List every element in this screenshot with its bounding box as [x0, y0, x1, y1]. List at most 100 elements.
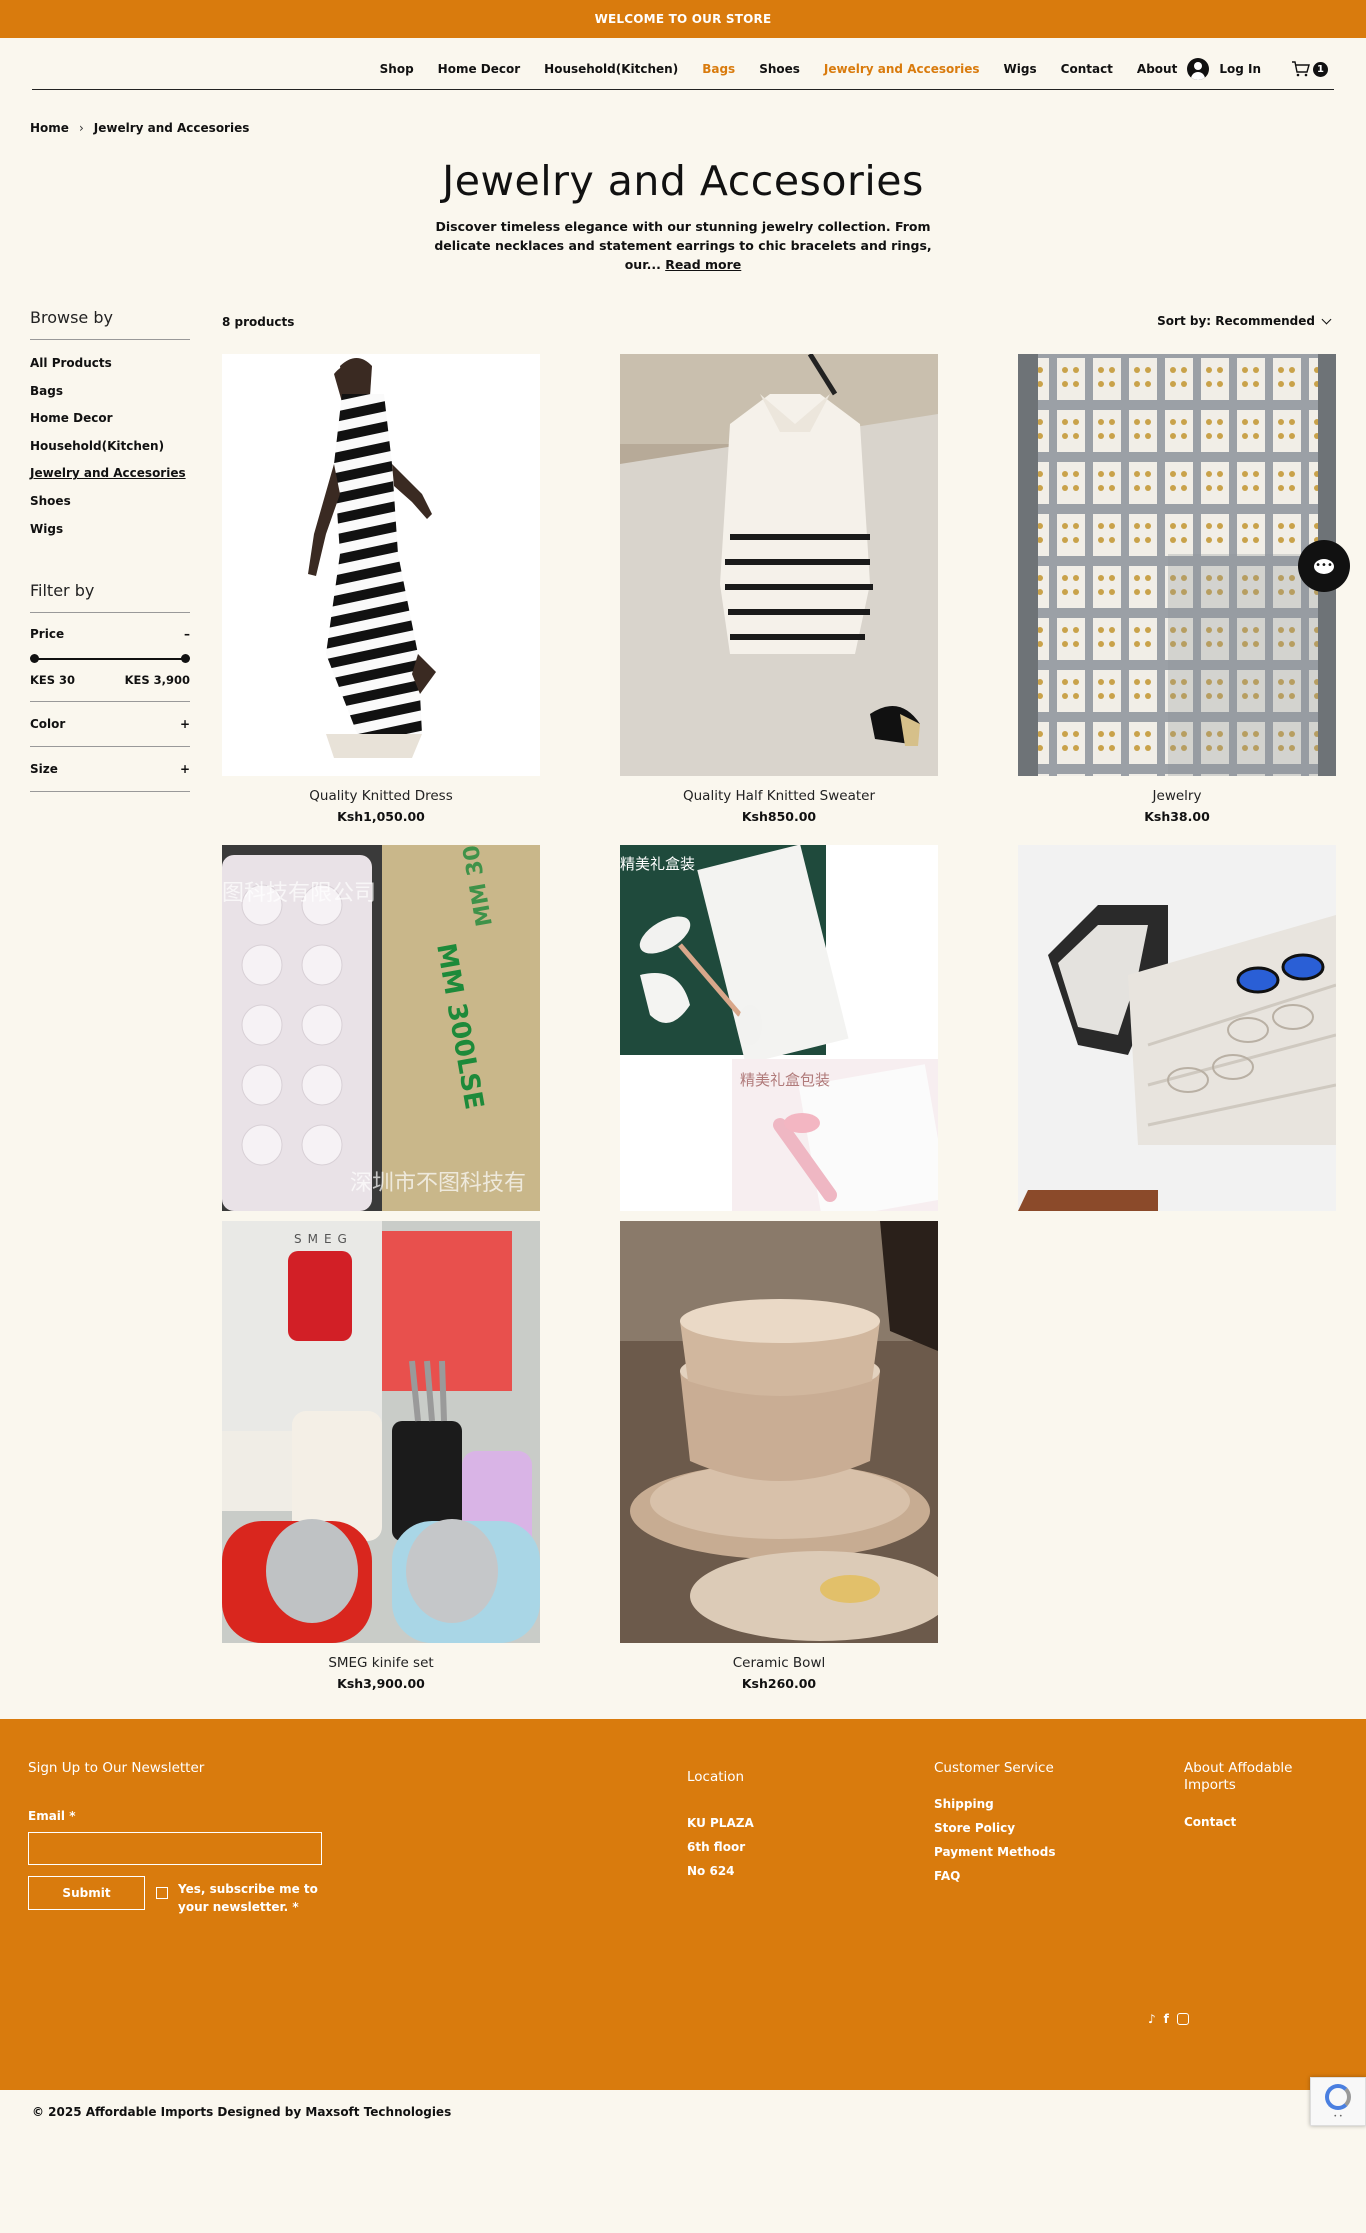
sort-dropdown[interactable]: Sort by: Recommended [1157, 314, 1332, 328]
product-card[interactable]: SMEG SMEG kinife set Ksh3,900.00 [222, 1221, 540, 1691]
chevron-right-icon: › [78, 121, 84, 135]
browse-by-heading: Browse by [30, 308, 190, 340]
footer: Sign Up to Our Newsletter Email * Submit… [0, 1719, 1366, 2090]
copyright: © 2025 Affordable Imports Designed by Ma… [32, 2105, 452, 2119]
product-card[interactable]: 精美礼盒装 精美礼盒包装 [620, 845, 938, 1223]
store-policy-link[interactable]: Store Policy [934, 1821, 1015, 1835]
product-count: 8 products [222, 315, 295, 329]
price-filter: Price – KES 30 KES 3,900 [30, 613, 190, 703]
product-image[interactable]: MM 300LSE MM 300LSE 图科技有限公司 深圳市不图科技有 [222, 845, 540, 1211]
product-card[interactable]: Jewelry Ksh38.00 [1018, 354, 1336, 824]
product-card[interactable]: Quality Half Knitted Sweater Ksh850.00 [620, 354, 938, 824]
product-name[interactable]: Quality Half Knitted Sweater [620, 788, 938, 804]
email-label: Email * [28, 1809, 76, 1823]
shipping-link[interactable]: Shipping [934, 1797, 994, 1811]
nav-wigs[interactable]: Wigs [1004, 62, 1037, 76]
nav-jewelry[interactable]: Jewelry and Accesories [824, 62, 980, 76]
location-line: 6th floor [687, 1840, 746, 1854]
product-name[interactable]: Ceramic Bowl [620, 1655, 938, 1671]
category-shoes[interactable]: Shoes [30, 488, 190, 516]
user-icon [1187, 58, 1210, 80]
size-label: Size [30, 762, 58, 777]
category-all-products[interactable]: All Products [30, 350, 190, 378]
payment-methods-link[interactable]: Payment Methods [934, 1845, 1055, 1859]
nav-contact[interactable]: Contact [1061, 62, 1113, 76]
product-image[interactable] [620, 1221, 938, 1643]
email-field[interactable] [28, 1832, 322, 1865]
main-nav: Shop Home Decor Household(Kitchen) Bags … [356, 58, 1328, 80]
chat-button[interactable]: ••• [1298, 540, 1350, 592]
product-image[interactable] [1018, 845, 1336, 1211]
product-image[interactable]: SMEG [222, 1221, 540, 1643]
category-wigs[interactable]: Wigs [30, 516, 190, 544]
login-button[interactable]: Log In [1187, 58, 1261, 80]
newsletter-title: Sign Up to Our Newsletter [28, 1760, 205, 1776]
price-max: KES 3,900 [124, 673, 190, 688]
read-more-link[interactable]: Read more [665, 257, 741, 272]
sidebar: Browse by All Products Bags Home Decor H… [30, 308, 190, 793]
category-list: All Products Bags Home Decor Household(K… [30, 350, 190, 543]
product-image[interactable] [1018, 354, 1336, 776]
price-label: Price [30, 627, 65, 642]
category-jewelry[interactable]: Jewelry and Accesories [30, 460, 190, 488]
chat-bubble-icon: ••• [1314, 558, 1334, 574]
category-description: Discover timeless elegance with our stun… [420, 217, 946, 274]
slider-min-handle[interactable] [30, 654, 39, 664]
category-bags[interactable]: Bags [30, 378, 190, 406]
product-card[interactable]: Ceramic Bowl Ksh260.00 [620, 1221, 938, 1691]
product-price: Ksh38.00 [1144, 809, 1210, 824]
color-label: Color [30, 717, 66, 732]
announcement-text: WELCOME TO OUR STORE [594, 12, 772, 26]
product-card[interactable]: MM 300LSE MM 300LSE 图科技有限公司 深圳市不图科技有 [222, 845, 540, 1223]
recaptcha-terms-icon: • • [1333, 2112, 1343, 2120]
cart-count-badge: 1 [1313, 61, 1328, 77]
color-filter[interactable]: Color + [30, 702, 190, 748]
box-brand-print: SMEG [294, 1232, 353, 1246]
nav-shoes[interactable]: Shoes [759, 62, 800, 76]
plus-icon: + [179, 762, 190, 777]
product-name[interactable]: SMEG kinife set [222, 1655, 540, 1671]
slider-max-handle[interactable] [181, 654, 190, 664]
recaptcha-badge[interactable]: • • [1310, 2077, 1366, 2126]
cart-button[interactable]: 1 [1291, 61, 1328, 77]
tiktok-icon[interactable]: ♪ [1148, 2012, 1156, 2026]
breadcrumb-home[interactable]: Home [30, 121, 69, 135]
header-divider [32, 89, 1334, 90]
location-line: KU PLAZA [687, 1816, 754, 1830]
nav-household[interactable]: Household(Kitchen) [544, 62, 678, 76]
sort-label: Sort by: Recommended [1157, 314, 1315, 328]
login-label: Log In [1219, 62, 1261, 76]
product-image[interactable] [222, 354, 540, 776]
contact-link[interactable]: Contact [1184, 1815, 1236, 1829]
product-price: Ksh260.00 [741, 1676, 817, 1691]
product-image[interactable]: 精美礼盒装 精美礼盒包装 [620, 845, 938, 1211]
facebook-icon[interactable]: f [1164, 2012, 1169, 2026]
page-title: Jewelry and Accesories [442, 157, 924, 205]
price-range-slider[interactable] [30, 647, 190, 671]
category-home-decor[interactable]: Home Decor [30, 405, 190, 433]
faq-link[interactable]: FAQ [934, 1869, 960, 1883]
customer-service-heading: Customer Service [934, 1760, 1054, 1776]
nav-about[interactable]: About [1137, 62, 1177, 76]
nav-shop[interactable]: Shop [380, 62, 414, 76]
submit-button[interactable]: Submit [28, 1876, 145, 1910]
product-name[interactable]: Quality Knitted Dress [222, 788, 540, 804]
product-card[interactable] [1018, 845, 1336, 1223]
category-household[interactable]: Household(Kitchen) [30, 433, 190, 461]
product-price: Ksh850.00 [741, 809, 817, 824]
price-filter-header[interactable]: Price – [30, 627, 190, 641]
breadcrumb-current: Jewelry and Accesories [93, 121, 250, 135]
product-image[interactable] [620, 354, 938, 776]
subscribe-checkbox[interactable] [156, 1887, 168, 1899]
nav-home-decor[interactable]: Home Decor [438, 62, 520, 76]
slider-track [34, 658, 186, 661]
filter-by-heading: Filter by [30, 581, 190, 614]
image-watermark: 深圳市不图科技有 [350, 1171, 526, 1196]
breadcrumb: Home › Jewelry and Accesories [30, 121, 249, 135]
instagram-icon[interactable] [1176, 2013, 1189, 2025]
product-card[interactable]: Quality Knitted Dress Ksh1,050.00 [222, 354, 540, 824]
product-name[interactable]: Jewelry [1018, 788, 1336, 804]
size-filter[interactable]: Size + [30, 747, 190, 793]
location-heading: Location [687, 1769, 745, 1785]
nav-bags[interactable]: Bags [702, 62, 735, 76]
